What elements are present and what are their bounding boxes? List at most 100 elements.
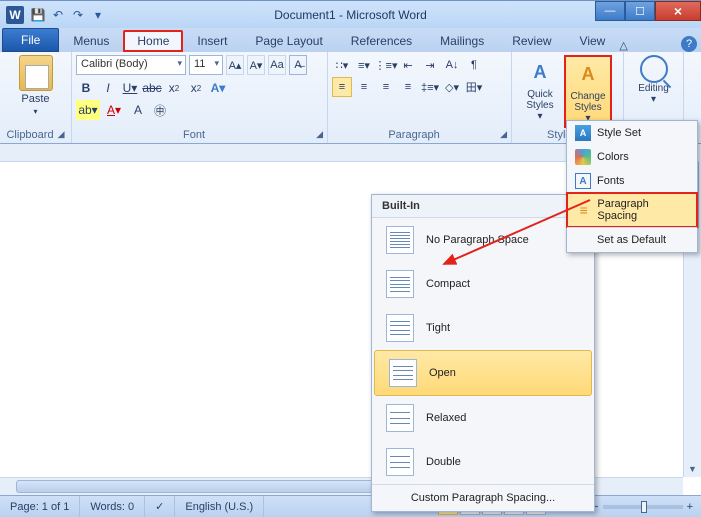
group-paragraph: ∷▾ ≡▾ ⋮≡▾ ⇤ ⇥ A↓ ¶ ≡ ≡ ≡ ≡ ‡≡▾ ◇▾ 田▾ Par… <box>328 52 512 143</box>
font-color-button[interactable]: A▾ <box>102 100 126 120</box>
spacing-option-label: Relaxed <box>426 412 466 424</box>
character-shading-button[interactable]: A <box>128 100 148 120</box>
highlight-button[interactable]: ab▾ <box>76 100 100 120</box>
multilevel-list-button[interactable]: ⋮≡▾ <box>376 55 396 75</box>
bold-button[interactable]: B <box>76 78 96 98</box>
menu-label: Paragraph Spacing <box>597 198 688 222</box>
menu-paragraph-spacing[interactable]: ≡ Paragraph Spacing <box>566 192 698 228</box>
paragraph-spacing-submenu: Built-In No Paragraph SpaceCompactTightO… <box>371 194 595 512</box>
dialog-launcher-icon[interactable]: ◢ <box>58 129 65 140</box>
numbering-button[interactable]: ≡▾ <box>354 55 374 75</box>
align-left-button[interactable]: ≡ <box>332 77 352 97</box>
shading-button[interactable]: ◇▾ <box>442 77 462 97</box>
italic-button[interactable]: I <box>98 78 118 98</box>
grow-font-button[interactable]: A▴ <box>226 55 244 75</box>
ribbon-collapse-icon[interactable]: △ <box>619 39 635 52</box>
zoom-slider[interactable] <box>603 505 683 509</box>
group-label-font: Font◢ <box>76 128 323 143</box>
tab-view[interactable]: View <box>566 30 620 52</box>
menu-style-set[interactable]: AStyle Set <box>567 121 697 145</box>
paragraph-spacing-icon: ≡ <box>576 202 591 218</box>
subscript-button[interactable]: x2 <box>164 78 184 98</box>
status-bar: Page: 1 of 1 Words: 0 ✓ English (U.S.) 1… <box>0 495 701 517</box>
qat-save-icon[interactable]: 💾 <box>30 7 46 23</box>
change-styles-menu: AStyle Set Colors AFonts ≡Paragraph Spac… <box>566 120 698 253</box>
scroll-down-icon[interactable]: ▼ <box>684 461 701 477</box>
colors-icon <box>575 149 591 165</box>
window-maximize-button[interactable]: ☐ <box>625 1 655 21</box>
quick-styles-button[interactable]: A Quick Styles▾ <box>516 55 564 128</box>
blank-icon <box>575 232 591 248</box>
decrease-indent-button[interactable]: ⇤ <box>398 55 418 75</box>
change-case-button[interactable]: Aa <box>268 55 286 75</box>
spacing-option-double[interactable]: Double <box>372 440 594 484</box>
paste-icon <box>19 55 53 91</box>
tab-insert[interactable]: Insert <box>183 30 241 52</box>
style-set-icon: A <box>575 125 591 141</box>
spacing-option-no-paragraph-space[interactable]: No Paragraph Space <box>372 218 594 262</box>
bullets-button[interactable]: ∷▾ <box>332 55 352 75</box>
font-name-combo[interactable]: Calibri (Body) <box>76 55 186 75</box>
justify-button[interactable]: ≡ <box>398 77 418 97</box>
shrink-font-button[interactable]: A▾ <box>247 55 265 75</box>
clear-formatting-button[interactable]: A̶ <box>289 55 307 75</box>
superscript-button[interactable]: x2 <box>186 78 206 98</box>
menu-set-as-default[interactable]: Set as Default <box>567 227 697 252</box>
qat-undo-icon[interactable]: ↶ <box>50 7 66 23</box>
spacing-preview-icon <box>386 448 414 476</box>
zoom-in-button[interactable]: + <box>687 501 693 513</box>
tab-menus[interactable]: Menus <box>59 30 123 52</box>
qat-redo-icon[interactable]: ↷ <box>70 7 86 23</box>
tab-page-layout[interactable]: Page Layout <box>241 30 336 52</box>
ribbon-tabs: File Menus Home Insert Page Layout Refer… <box>0 28 701 52</box>
tab-mailings[interactable]: Mailings <box>426 30 498 52</box>
spacing-option-open[interactable]: Open <box>374 350 592 396</box>
status-words[interactable]: Words: 0 <box>80 496 145 517</box>
font-size-combo[interactable]: 11 <box>189 55 223 75</box>
dialog-launcher-icon[interactable]: ◢ <box>316 129 323 140</box>
spacing-preview-icon <box>389 359 417 387</box>
borders-button[interactable]: 田▾ <box>464 77 484 97</box>
help-icon[interactable]: ? <box>681 36 697 52</box>
menu-fonts[interactable]: AFonts <box>567 169 697 193</box>
spacing-preview-icon <box>386 404 414 432</box>
custom-paragraph-spacing[interactable]: Custom Paragraph Spacing... <box>372 484 594 511</box>
menu-label: Set as Default <box>597 234 666 246</box>
zoom-slider-knob[interactable] <box>641 501 647 513</box>
align-right-button[interactable]: ≡ <box>376 77 396 97</box>
align-center-button[interactable]: ≡ <box>354 77 374 97</box>
menu-label: Fonts <box>597 175 625 187</box>
spacing-preview-icon <box>386 226 414 254</box>
status-language[interactable]: English (U.S.) <box>175 496 264 517</box>
enclose-characters-button[interactable]: ㊥ <box>150 100 170 120</box>
spacing-option-label: Tight <box>426 322 450 334</box>
group-label-clipboard: Clipboard◢ <box>6 128 64 143</box>
spacing-preview-icon <box>386 314 414 342</box>
text-effects-button[interactable]: A▾ <box>208 78 228 98</box>
change-styles-button[interactable]: A Change Styles▾ <box>564 55 612 128</box>
increase-indent-button[interactable]: ⇥ <box>420 55 440 75</box>
tab-file[interactable]: File <box>2 28 59 52</box>
line-spacing-button[interactable]: ‡≡▾ <box>420 77 440 97</box>
window-minimize-button[interactable]: — <box>595 1 625 21</box>
spacing-option-relaxed[interactable]: Relaxed <box>372 396 594 440</box>
status-proofing[interactable]: ✓ <box>145 496 175 517</box>
qat-customize-icon[interactable]: ▾ <box>90 7 106 23</box>
spacing-option-compact[interactable]: Compact <box>372 262 594 306</box>
strikethrough-button[interactable]: abc <box>142 78 162 98</box>
underline-button[interactable]: U▾ <box>120 78 140 98</box>
show-marks-button[interactable]: ¶ <box>464 55 484 75</box>
change-styles-icon: A <box>572 59 604 91</box>
window-close-button[interactable]: × <box>655 1 701 21</box>
paste-button[interactable]: Paste ▾ <box>14 55 58 116</box>
status-page[interactable]: Page: 1 of 1 <box>0 496 80 517</box>
spacing-option-tight[interactable]: Tight <box>372 306 594 350</box>
editing-label: Editing <box>638 83 669 94</box>
tab-review[interactable]: Review <box>498 30 565 52</box>
tab-references[interactable]: References <box>337 30 426 52</box>
editing-button[interactable]: Editing▾ <box>630 55 678 105</box>
tab-home[interactable]: Home <box>123 30 183 52</box>
dialog-launcher-icon[interactable]: ◢ <box>500 129 507 140</box>
menu-colors[interactable]: Colors <box>567 145 697 169</box>
sort-button[interactable]: A↓ <box>442 55 462 75</box>
